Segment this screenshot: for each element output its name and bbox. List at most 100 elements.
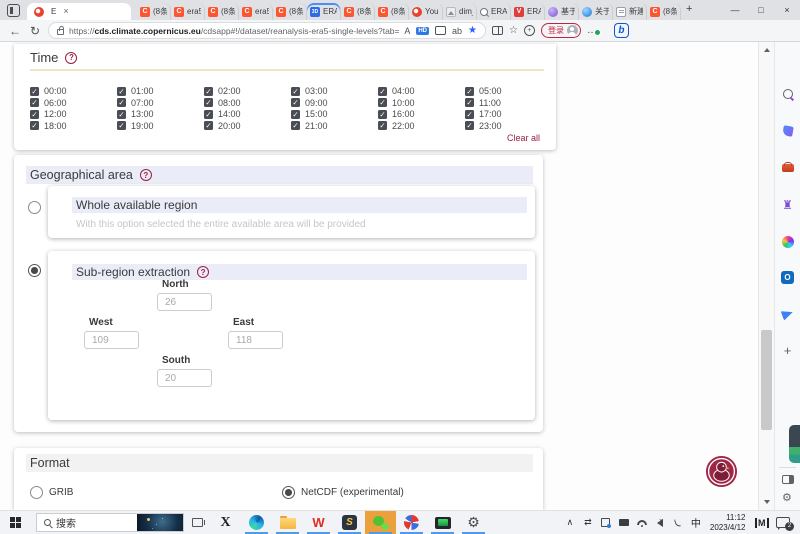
remote-screen-icon[interactable]: [427, 511, 458, 534]
x-app-icon[interactable]: X: [210, 511, 241, 534]
time-checkbox[interactable]: 11:00: [465, 98, 552, 108]
browser-tab[interactable]: 新建标: [613, 3, 647, 20]
browser-tab[interactable]: era5单: [239, 3, 273, 20]
sidebar-tools-icon[interactable]: [780, 160, 795, 175]
time-checkbox[interactable]: 12:00: [30, 109, 117, 119]
favorite-star-icon[interactable]: ★: [468, 25, 477, 36]
scroll-up-arrow-icon[interactable]: [759, 44, 774, 56]
active-tab[interactable]: E ×: [27, 3, 131, 20]
browser-tab[interactable]: (8条: [205, 3, 239, 20]
sidebar-outlook-icon[interactable]: O: [781, 271, 794, 284]
notification-center-icon[interactable]: 2: [776, 517, 790, 528]
time-checkbox[interactable]: 07:00: [117, 98, 204, 108]
time-checkbox[interactable]: 23:00: [465, 121, 552, 131]
edge-browser-icon[interactable]: [241, 511, 272, 534]
wps-office-icon[interactable]: W: [303, 511, 334, 534]
time-checkbox[interactable]: 04:00: [378, 86, 465, 96]
sidebar-panel-toggle-icon[interactable]: [782, 475, 794, 484]
geo-field-input[interactable]: 109: [84, 331, 139, 349]
time-checkbox[interactable]: 01:00: [117, 86, 204, 96]
browser-tab[interactable]: ERA5温: [511, 3, 545, 20]
browser-tab[interactable]: (8条: [273, 3, 307, 20]
tray-dark-icon[interactable]: [615, 519, 633, 526]
browser-tab[interactable]: ERA5单: [477, 3, 511, 20]
new-tab-button[interactable]: +: [686, 3, 692, 15]
help-icon[interactable]: [65, 52, 77, 64]
browser-tab[interactable]: ERA5数: [307, 3, 341, 20]
format-option[interactable]: NetCDF (experimental): [282, 486, 404, 499]
browser-tab[interactable]: era5数: [171, 3, 205, 20]
time-checkbox[interactable]: 17:00: [465, 109, 552, 119]
scroll-down-arrow-icon[interactable]: [759, 496, 774, 508]
sidebar-add-icon[interactable]: +: [780, 343, 795, 358]
sidebar-drop-icon[interactable]: [780, 306, 795, 321]
sidebar-designer-icon[interactable]: [780, 234, 795, 249]
start-button[interactable]: [2, 511, 28, 534]
time-checkbox[interactable]: 00:00: [30, 86, 117, 96]
time-checkbox[interactable]: 18:00: [30, 121, 117, 131]
time-checkbox[interactable]: 16:00: [378, 109, 465, 119]
sidebar-shopping-icon[interactable]: [780, 123, 795, 138]
settings-gear-icon[interactable]: ⚙: [458, 511, 489, 534]
browser-tab[interactable]: Your r: [409, 3, 443, 20]
browser-essentials-icon[interactable]: +: [524, 25, 535, 36]
sidebar-games-icon[interactable]: ♜: [780, 197, 795, 212]
time-checkbox[interactable]: 02:00: [204, 86, 291, 96]
ime-status-icon[interactable]: M: [755, 518, 770, 528]
time-checkbox[interactable]: 09:00: [291, 98, 378, 108]
taskbar-clock[interactable]: 11:12 2023/4/12: [710, 513, 746, 532]
browser-tab[interactable]: (8条: [647, 3, 681, 20]
settings-more-icon[interactable]: …: [587, 25, 600, 36]
clear-all-link[interactable]: Clear all: [507, 133, 540, 143]
page-scrollbar[interactable]: [758, 42, 774, 510]
read-aloud-icon[interactable]: A: [404, 26, 410, 36]
s-app-icon[interactable]: [334, 511, 365, 534]
time-checkbox[interactable]: 19:00: [117, 121, 204, 131]
send-to-device-icon[interactable]: [435, 26, 446, 35]
wifi-icon[interactable]: [633, 520, 651, 525]
time-checkbox[interactable]: 21:00: [291, 121, 378, 131]
format-option[interactable]: GRIB: [30, 486, 73, 499]
geo-field-input[interactable]: 118: [228, 331, 283, 349]
taskbar-search-box[interactable]: 搜索: [36, 513, 184, 532]
search-highlight-globe-image[interactable]: [137, 514, 183, 531]
network-sync-icon[interactable]: ⇄: [579, 517, 597, 528]
minimize-button[interactable]: —: [722, 0, 748, 20]
tray-hook-icon[interactable]: [669, 519, 687, 527]
time-checkbox[interactable]: 03:00: [291, 86, 378, 96]
tab-close-icon[interactable]: ×: [63, 7, 68, 16]
browser-tab[interactable]: 基于E: [545, 3, 579, 20]
collections-icon[interactable]: ☆: [509, 25, 518, 36]
file-explorer-icon[interactable]: [272, 511, 303, 534]
time-checkbox[interactable]: 15:00: [291, 109, 378, 119]
close-button[interactable]: ×: [774, 0, 800, 20]
geo-field-input[interactable]: 26: [157, 293, 212, 311]
volume-muted-icon[interactable]: [651, 519, 669, 527]
sunflower-remote-icon[interactable]: [396, 511, 427, 534]
browser-tab[interactable]: dim_s: [443, 3, 477, 20]
docked-widget-peek[interactable]: [789, 425, 800, 463]
hd-badge-icon[interactable]: HD: [416, 27, 429, 35]
split-screen-icon[interactable]: [492, 26, 503, 35]
ime-chinese-indicator[interactable]: 中: [687, 515, 705, 530]
wechat-icon[interactable]: [365, 511, 396, 534]
browser-tab[interactable]: 关于E: [579, 3, 613, 20]
translate-icon[interactable]: ab: [452, 26, 462, 36]
sidebar-search-icon[interactable]: [780, 86, 795, 101]
browser-tab[interactable]: (8条: [341, 3, 375, 20]
maximize-button[interactable]: □: [748, 0, 774, 20]
tray-app-icon[interactable]: [597, 518, 615, 527]
address-bar[interactable]: https://cds.climate.copernicus.eu/cdsapp…: [48, 22, 486, 39]
browser-tab[interactable]: (8条: [375, 3, 409, 20]
sub-region-radio[interactable]: [28, 264, 41, 277]
time-checkbox[interactable]: 06:00: [30, 98, 117, 108]
refresh-icon[interactable]: ↻: [28, 24, 42, 38]
bing-discover-icon[interactable]: b: [614, 23, 629, 38]
time-checkbox[interactable]: 14:00: [204, 109, 291, 119]
sidebar-settings-gear-icon[interactable]: ⚙: [782, 491, 792, 504]
time-checkbox[interactable]: 22:00: [378, 121, 465, 131]
whole-region-card[interactable]: Whole available region With this option …: [48, 186, 535, 238]
time-checkbox[interactable]: 05:00: [465, 86, 552, 96]
time-checkbox[interactable]: 10:00: [378, 98, 465, 108]
scrollbar-thumb[interactable]: [761, 330, 772, 430]
